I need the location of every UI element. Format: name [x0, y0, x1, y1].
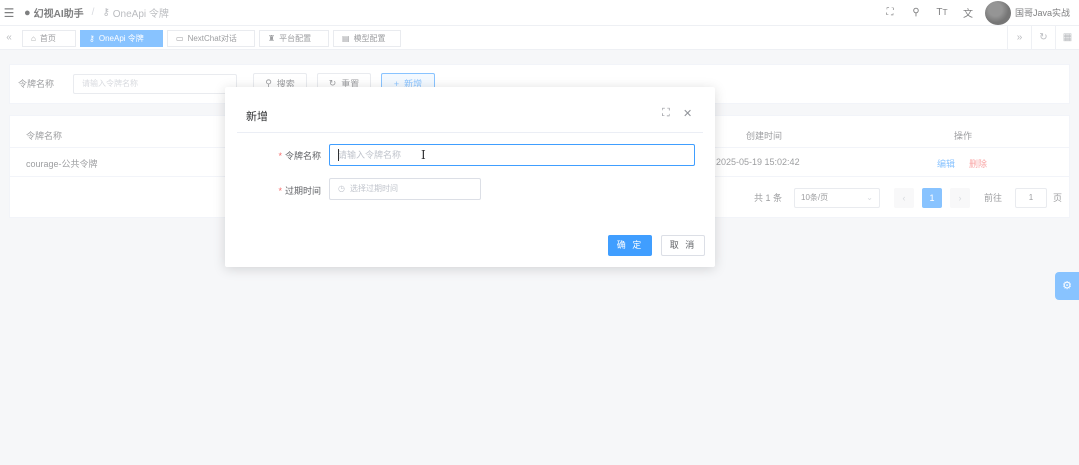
required-mark: *	[278, 151, 282, 161]
required-mark: *	[278, 186, 282, 196]
expire-time-label-text: 过期时间	[284, 186, 321, 196]
maximize-icon[interactable]: ⛶	[662, 107, 670, 120]
dialog-title: 新增	[246, 111, 268, 123]
token-name-input[interactable]: 请输入令牌名称	[329, 144, 695, 166]
expire-time-picker[interactable]: ◷ 选择过期时间	[329, 178, 481, 200]
close-icon[interactable]: ✕	[683, 107, 692, 120]
token-name-label: * 令牌名称	[251, 149, 321, 162]
text-caret	[338, 149, 339, 161]
add-token-dialog: 新增 ⛶ ✕ * 令牌名称 请输入令牌名称 I * 过期时间 ◷ 选择过期时间 确 …	[225, 87, 715, 267]
cancel-button[interactable]: 取 消	[661, 235, 705, 256]
token-name-placeholder: 请输入令牌名称	[338, 150, 402, 160]
token-name-label-text: 令牌名称	[284, 151, 321, 161]
expire-time-placeholder: 选择过期时间	[349, 184, 398, 193]
clock-icon: ◷	[338, 184, 345, 193]
text-cursor-icon: I	[421, 148, 426, 162]
dialog-divider	[237, 132, 703, 133]
confirm-button[interactable]: 确 定	[608, 235, 652, 256]
expire-time-label: * 过期时间	[251, 184, 321, 197]
